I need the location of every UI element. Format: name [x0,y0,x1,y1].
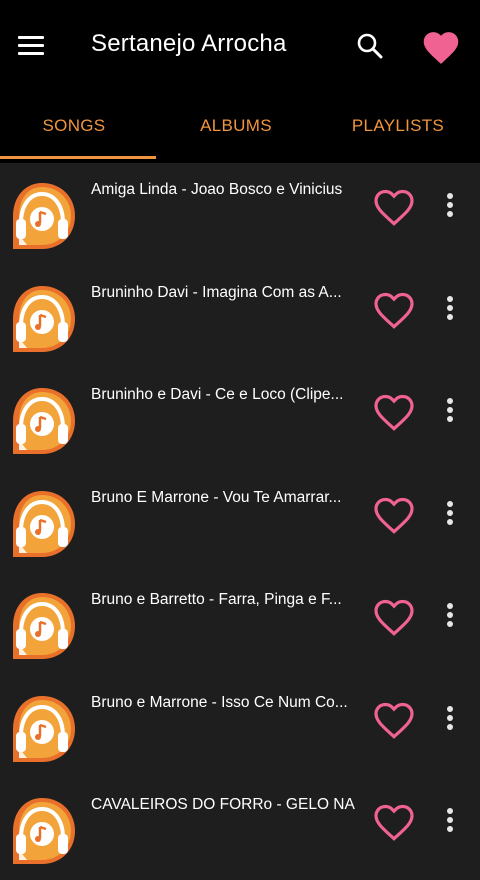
song-row[interactable]: Bruno e Marrone - Isso Ce Num Co... [0,676,480,778]
more-options-icon[interactable] [440,292,460,324]
more-options-icon[interactable] [440,702,460,734]
heart-outline-icon[interactable] [370,286,418,330]
more-options-icon[interactable] [440,189,460,221]
more-options-icon[interactable] [440,394,460,426]
favorites-heart-icon[interactable] [420,27,462,65]
song-thumbnail-headphones-icon [5,692,79,766]
song-thumbnail-headphones-icon [5,282,79,356]
heart-outline-icon[interactable] [370,388,418,432]
app-title: Sertanejo Arrocha [91,30,287,57]
more-options-icon[interactable] [440,599,460,631]
song-title: Bruno e Barretto - Farra, Pinga e F... [91,591,342,608]
more-options-icon[interactable] [440,804,460,836]
heart-outline-icon[interactable] [370,491,418,535]
song-row[interactable]: Amiga Linda - Joao Bosco e Vinicius [0,163,480,265]
song-thumbnail-headphones-icon [5,794,79,868]
more-options-icon[interactable] [440,497,460,529]
song-thumbnail-headphones-icon [5,589,79,663]
heart-outline-icon[interactable] [370,593,418,637]
tab-songs[interactable]: SONGS [0,95,148,157]
active-tab-indicator [0,156,156,159]
song-title: Amiga Linda - Joao Bosco e Vinicius [91,181,343,198]
heart-outline-icon[interactable] [370,696,418,740]
song-title: Bruno e Marrone - Isso Ce Num Co... [91,694,348,711]
tab-playlists[interactable]: PLAYLISTS [318,95,478,157]
search-icon[interactable] [356,32,384,60]
song-title: CAVALEIROS DO FORRo - GELO NA... [91,796,356,813]
heart-outline-icon[interactable] [370,183,418,227]
song-title: Bruninho e Davi - Ce e Loco (Clipe... [91,386,344,403]
tab-bar: SONGS ALBUMS PLAYLISTS [0,95,480,163]
song-row[interactable]: Bruninho Davi - Imagina Com as A... [0,266,480,368]
song-thumbnail-headphones-icon [5,487,79,561]
song-thumbnail-headphones-icon [5,384,79,458]
heart-outline-icon[interactable] [370,798,418,842]
song-title: Bruninho Davi - Imagina Com as A... [91,284,342,301]
song-row[interactable]: Bruninho e Davi - Ce e Loco (Clipe... [0,368,480,470]
song-title: Bruno E Marrone - Vou Te Amarrar... [91,489,342,506]
song-row[interactable]: CAVALEIROS DO FORRo - GELO NA... [0,778,480,880]
song-row[interactable]: Bruno e Barretto - Farra, Pinga e F... [0,573,480,675]
hamburger-menu-icon[interactable] [18,36,44,56]
app-bar: Sertanejo Arrocha [0,0,480,95]
song-thumbnail-headphones-icon [5,179,79,253]
tab-albums[interactable]: ALBUMS [156,95,316,157]
song-row[interactable]: Bruno E Marrone - Vou Te Amarrar... [0,471,480,573]
